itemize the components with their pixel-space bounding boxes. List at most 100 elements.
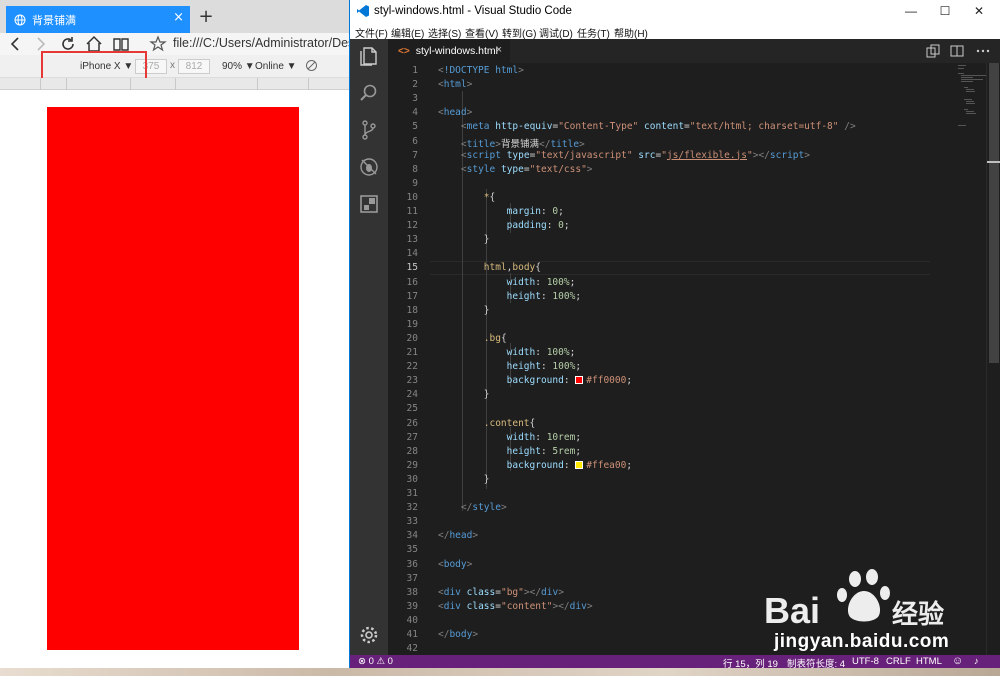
menu-item[interactable]: 编辑(E) — [391, 25, 424, 40]
new-tab-button[interactable]: + — [196, 6, 216, 28]
back-arrow-icon[interactable] — [5, 34, 25, 54]
line-number: 2 — [412, 79, 418, 91]
menu-item[interactable]: 转到(G) — [502, 25, 536, 40]
code-line[interactable]: <body> — [438, 559, 472, 570]
editor-tabbar: <> styl-windows.html × — [388, 39, 1000, 63]
extensions-icon[interactable] — [358, 193, 380, 215]
code-line[interactable]: height: 100%; — [438, 291, 581, 302]
dimension-separator: x — [170, 60, 175, 71]
line-number: 15 — [406, 262, 418, 274]
line-number: 26 — [406, 417, 418, 429]
html-file-icon: <> — [398, 45, 410, 57]
code-line[interactable]: <script type="text/javascript" src="js/f… — [438, 150, 810, 161]
code-line[interactable]: </head> — [438, 530, 478, 541]
menu-item[interactable]: 文件(F) — [355, 25, 388, 40]
code-line[interactable]: height: 5rem; — [438, 446, 581, 457]
code-line[interactable]: <title>背景铺满</title> — [438, 136, 585, 150]
code-line[interactable]: html,body{ — [438, 262, 541, 273]
zoom-select[interactable]: 90% ▼ — [222, 61, 255, 72]
rotate-icon[interactable] — [305, 59, 318, 72]
menu-item[interactable]: 帮助(H) — [614, 25, 648, 40]
close-button[interactable]: ✕ — [962, 0, 996, 23]
code-line[interactable]: width: 100%; — [438, 277, 576, 288]
notifications-bell-icon[interactable]: ♪ — [974, 656, 979, 667]
height-input[interactable]: 812 — [178, 59, 210, 74]
code-line[interactable]: <div class="content"></div> — [438, 601, 593, 612]
code-line[interactable]: } — [438, 474, 490, 485]
line-number: 11 — [406, 206, 418, 217]
code-line[interactable]: <div class="bg"></div> — [438, 587, 564, 598]
code-line[interactable]: } — [438, 234, 490, 245]
red-background-div — [47, 107, 299, 650]
line-number: 31 — [406, 488, 418, 499]
code-line[interactable]: background: #ffea00; — [438, 460, 632, 471]
maximize-button[interactable]: ☐ — [928, 0, 962, 23]
page-viewport — [0, 90, 349, 668]
code-line[interactable]: </body> — [438, 629, 478, 640]
line-number: 24 — [406, 389, 418, 401]
editor-tab[interactable]: <> styl-windows.html × — [388, 39, 510, 63]
code-line[interactable]: <html> — [438, 79, 472, 90]
code-line[interactable]: padding: 0; — [438, 220, 570, 231]
scrollbar-thumb[interactable] — [989, 63, 999, 363]
browser-tabstrip: 背景铺满 × + — [0, 0, 349, 33]
line-number: 39 — [406, 600, 418, 612]
menu-item[interactable]: 任务(T) — [577, 25, 610, 40]
code-line[interactable]: <meta http-equiv="Content-Type" content=… — [438, 121, 856, 132]
favorite-star-icon[interactable] — [148, 34, 168, 54]
code-line[interactable]: } — [438, 305, 490, 316]
source-control-icon[interactable] — [358, 119, 380, 141]
code-line[interactable]: .bg{ — [438, 333, 507, 344]
code-line[interactable]: </style> — [438, 502, 507, 513]
editor-tab-close-icon[interactable]: × — [496, 44, 502, 56]
code-line[interactable]: background: #ff0000; — [438, 375, 632, 386]
line-number: 5 — [412, 121, 418, 133]
line-number-gutter: 1 2 3 4 5 6 7 8 9 10 11 12 13 14 15 16 17 18 19 20 21 22 23 24 2… — [388, 63, 430, 655]
line-number: 37 — [406, 572, 418, 584]
code-line[interactable]: margin: 0; — [438, 206, 564, 217]
minimize-button[interactable]: — — [894, 0, 928, 23]
line-number: 36 — [406, 558, 418, 570]
line-number: 23 — [406, 375, 418, 387]
window-title: styl-windows.html - Visual Studio Code — [374, 5, 572, 17]
problems-indicator[interactable]: ⊗ 0 ⚠ 0 — [358, 656, 393, 667]
activity-bar — [350, 39, 388, 655]
explorer-icon[interactable] — [358, 45, 380, 67]
code-line[interactable]: height: 100%; — [438, 361, 581, 372]
code-line[interactable]: width: 100%; — [438, 347, 576, 358]
code-line[interactable]: *{ — [438, 192, 495, 203]
address-bar[interactable]: file:///C:/Users/Administrator/Deskt — [173, 36, 349, 50]
feedback-smiley-icon[interactable]: ☺ — [952, 655, 963, 667]
code-line[interactable]: width: 10rem; — [438, 432, 581, 443]
language-mode[interactable]: HTML — [916, 656, 942, 667]
open-changes-icon[interactable] — [925, 43, 941, 59]
media-query-ruler — [0, 78, 349, 90]
line-number: 18 — [406, 304, 418, 316]
code-line[interactable]: <head> — [438, 107, 472, 118]
code-line[interactable]: .content{ — [438, 418, 536, 429]
split-editor-icon[interactable] — [949, 43, 965, 59]
line-number: 12 — [406, 220, 418, 232]
code-line[interactable]: } — [438, 389, 490, 400]
vertical-scrollbar[interactable] — [986, 63, 1000, 655]
svg-text:Bai: Bai — [764, 590, 820, 631]
tab-close-icon[interactable]: × — [173, 10, 184, 25]
browser-tab[interactable]: 背景铺满 × — [6, 6, 190, 33]
search-icon[interactable] — [358, 82, 380, 104]
menu-item[interactable]: 查看(V) — [465, 25, 498, 40]
network-throttle-select[interactable]: Online ▼ — [255, 61, 297, 72]
encoding-indicator[interactable]: UTF-8 — [852, 656, 879, 667]
line-number: 38 — [406, 586, 418, 598]
more-actions-icon[interactable] — [975, 43, 991, 59]
line-number: 40 — [406, 614, 418, 626]
eol-indicator[interactable]: CRLF — [886, 656, 911, 667]
code-line[interactable]: <!DOCTYPE html> — [438, 65, 524, 76]
menu-item[interactable]: 选择(S) — [428, 25, 461, 40]
line-number: 29 — [406, 459, 418, 471]
minimap[interactable] — [958, 63, 988, 143]
vscode-titlebar: styl-windows.html - Visual Studio Code —… — [350, 0, 1000, 23]
settings-gear-icon[interactable] — [358, 624, 380, 646]
debug-icon[interactable] — [358, 156, 380, 178]
menu-item[interactable]: 调试(D) — [539, 25, 573, 40]
code-line[interactable]: <style type="text/css"> — [438, 164, 593, 175]
